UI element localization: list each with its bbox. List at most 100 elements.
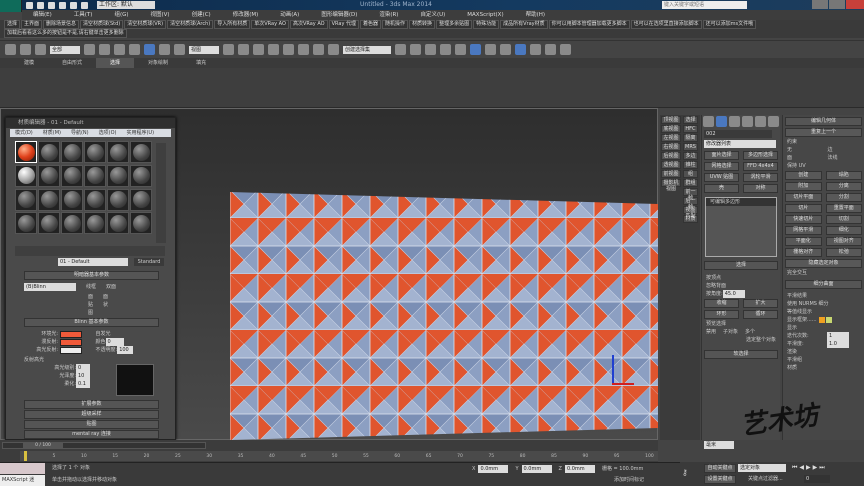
auto-key-button[interactable]: 自动关键点	[704, 464, 736, 473]
tab-selection[interactable]: 选择	[96, 58, 135, 68]
material-bottom-toolbar[interactable]	[15, 246, 165, 256]
plugin-button[interactable]: 整理多余贴图	[436, 20, 473, 29]
menu-rendering[interactable]: 渲染(R)	[368, 10, 409, 20]
smoothness-input[interactable]: 1.0	[827, 340, 849, 348]
manipulate-icon[interactable]	[238, 44, 249, 55]
menu-material[interactable]: 材质(M)	[38, 129, 66, 137]
window-crossing-icon[interactable]	[129, 44, 140, 55]
plugin-button[interactable]: 高次VRay AO	[289, 20, 328, 29]
custom-tool-button[interactable]: 选择	[683, 116, 698, 124]
self-illum-color-checkbox[interactable]: 颜色	[92, 338, 106, 346]
ambient-color-swatch[interactable]	[60, 330, 82, 338]
repeat-last-button[interactable]: 重复上一个	[785, 128, 862, 137]
preview-multi-radio[interactable]: 多个	[741, 328, 755, 336]
custom-view-button[interactable]: 透视图	[661, 161, 681, 169]
search-input[interactable]: 键入关键字或短语	[662, 1, 747, 9]
custom-tool-button[interactable]: 组	[683, 170, 698, 178]
material-slot[interactable]	[61, 164, 83, 187]
z-coordinate[interactable]: 0.0mm	[564, 465, 595, 473]
hold-icon[interactable]	[81, 2, 88, 9]
custom-tool-button[interactable]: 锥柱	[683, 161, 698, 169]
by-vertex-checkbox[interactable]: 按顶点	[702, 274, 780, 282]
preview-disabled-radio[interactable]: 禁用	[702, 328, 716, 336]
new-icon[interactable]	[26, 2, 33, 9]
teapot-icon[interactable]	[560, 44, 571, 55]
plugin-button[interactable]: VRay 代理	[328, 20, 360, 29]
material-slot[interactable]	[38, 188, 60, 211]
material-slot[interactable]	[84, 212, 106, 235]
menu-animation[interactable]: 动画(A)	[269, 10, 310, 20]
plugin-button[interactable]: 删除场景信息	[43, 20, 80, 29]
constraint-face-radio[interactable]: 面	[783, 154, 824, 162]
plugin-button[interactable]: 主界面	[21, 20, 43, 29]
smoothing-groups-checkbox[interactable]: 平滑组	[783, 356, 864, 364]
maximize-button[interactable]	[829, 0, 845, 9]
menu-create[interactable]: 创建(C)	[181, 10, 222, 20]
x-coordinate[interactable]: 0.0mm	[478, 465, 509, 473]
material-slot[interactable]	[38, 164, 60, 187]
tiled-mesh-object[interactable]	[230, 190, 658, 440]
open-icon[interactable]	[37, 2, 44, 9]
key-icon[interactable]: ⚷	[682, 468, 696, 478]
two-sided-checkbox[interactable]: 双面	[102, 283, 116, 291]
hierarchy-tab-icon[interactable]	[729, 116, 740, 127]
tab-object-paint[interactable]: 对象绘制	[134, 58, 182, 68]
detach-button[interactable]: 分离	[825, 182, 862, 191]
key-filters-button[interactable]: 关键点过滤器...	[744, 475, 783, 483]
plugin-button[interactable]: 着色器	[360, 20, 382, 29]
menu-views[interactable]: 视图(V)	[140, 10, 181, 20]
cage-color-2[interactable]	[825, 317, 832, 323]
plugin-button[interactable]: 导入所有材质	[214, 20, 251, 29]
meshsmooth-button[interactable]: 网格平滑	[785, 226, 822, 235]
spec-level-input[interactable]: 0	[76, 364, 90, 372]
collapse-button[interactable]: 塌陷	[825, 171, 862, 180]
material-slot[interactable]	[107, 188, 129, 211]
diffuse-color-swatch[interactable]	[60, 338, 82, 346]
shader-dropdown[interactable]: (B)Blinn	[24, 283, 76, 291]
modify-tab-icon[interactable]	[716, 116, 727, 127]
units-dropdown[interactable]: 毫米	[704, 441, 734, 449]
supersampling-rollout[interactable]: 超级采样	[24, 410, 159, 419]
ring-button[interactable]: 环形	[704, 310, 739, 319]
view-align-button[interactable]: 视图对齐	[825, 237, 862, 246]
constraint-normal-radio[interactable]: 法线	[824, 154, 864, 162]
material-slot[interactable]	[61, 141, 83, 163]
object-name-field[interactable]: 002	[704, 130, 772, 138]
cut-button[interactable]: 切割	[825, 215, 862, 224]
gizmo-x-axis[interactable]	[612, 383, 634, 385]
materials-checkbox[interactable]: 材质	[783, 364, 864, 372]
plugin-button[interactable]: 材质转换	[409, 20, 436, 29]
modifier-button[interactable]: UVW 贴图	[704, 173, 739, 182]
modifier-button[interactable]: 对称	[743, 184, 778, 193]
utilities-tab-icon[interactable]	[768, 116, 779, 127]
menu-modes[interactable]: 模式(D)	[10, 129, 38, 137]
plugin-button[interactable]: 还可以添加ms文件哦	[702, 20, 757, 29]
quickslice-button[interactable]: 快速切片	[785, 215, 822, 224]
modifier-button[interactable]: 面片选择	[704, 151, 739, 160]
plugin-button[interactable]: 单次VRay AO	[251, 20, 289, 29]
material-slot[interactable]	[15, 212, 37, 235]
layer-icon[interactable]	[425, 44, 436, 55]
tab-freeform[interactable]: 自由形式	[48, 58, 96, 68]
plugin-button[interactable]: 成品所有Vray材质	[500, 20, 548, 29]
material-slot[interactable]	[84, 188, 106, 211]
maxscript-mini-listener[interactable]: MAXScript 迷	[0, 475, 45, 486]
material-slot[interactable]	[107, 212, 129, 235]
custom-tool-button[interactable]: 多边	[683, 152, 698, 160]
menu-graph-editors[interactable]: 图形编辑器(D)	[310, 10, 368, 20]
slice-button[interactable]: 切片	[785, 204, 822, 213]
selection-rollout[interactable]: 选择	[704, 261, 778, 270]
select-move-icon[interactable]	[144, 44, 155, 55]
snap-icon[interactable]	[268, 44, 279, 55]
by-angle-checkbox[interactable]: 按角度:	[702, 290, 723, 298]
modifier-button[interactable]: 多边形选择	[743, 151, 778, 160]
grid-align-button[interactable]: 栅格对齐	[785, 248, 822, 257]
material-type-button[interactable]: Standard	[134, 258, 164, 266]
set-key-button[interactable]: 设置关键点	[704, 475, 736, 484]
constraint-none-radio[interactable]: 无	[783, 146, 824, 154]
angle-input[interactable]: 45.0	[722, 290, 745, 298]
keyboard-shortcut-icon[interactable]	[253, 44, 264, 55]
cage-color-1[interactable]	[818, 317, 825, 323]
menu-help[interactable]: 帮助(H)	[515, 10, 556, 20]
isoline-display-checkbox[interactable]: 等值线显示	[783, 308, 864, 316]
